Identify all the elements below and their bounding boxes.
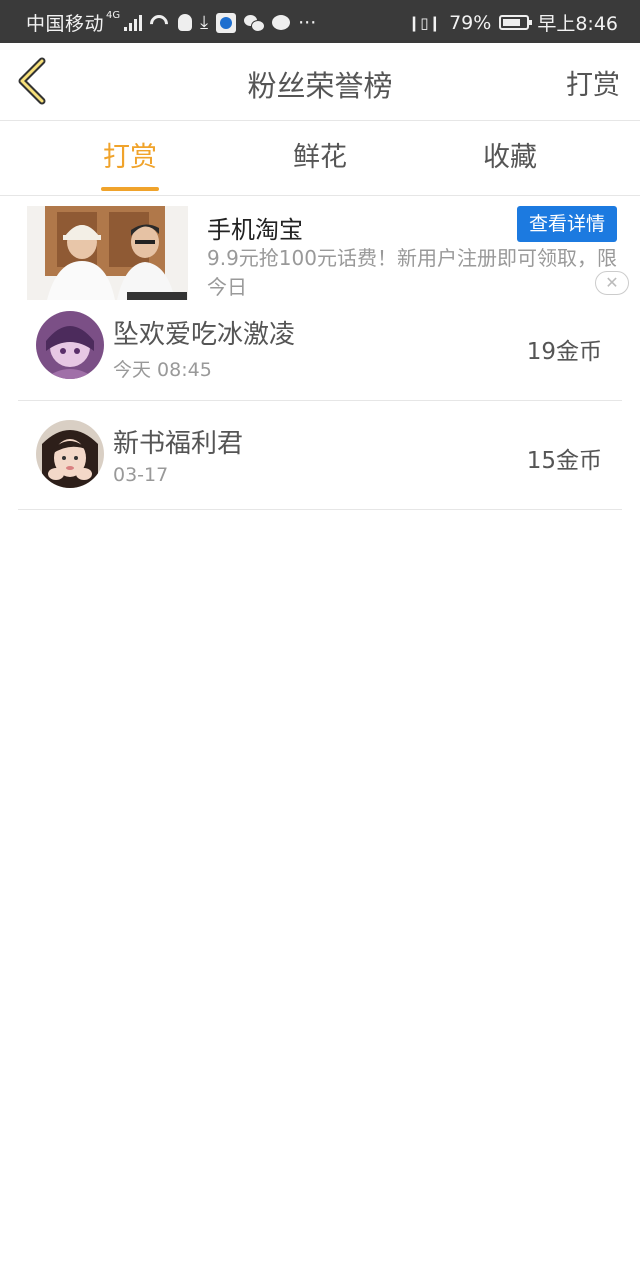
reward-button[interactable]: 打赏 [566, 63, 620, 102]
reward-date: 今天 08:45 [113, 359, 212, 381]
wechat-icon [244, 14, 266, 32]
reward-amount: 15金币 [526, 448, 602, 474]
reward-amount: 19金币 [526, 339, 602, 365]
user-name: 新书福利君 [113, 429, 244, 459]
title-bar: 粉丝荣誉榜 打赏 [0, 43, 640, 121]
battery-percent: 79% [449, 11, 492, 34]
wifi-icon [150, 15, 170, 31]
ad-image[interactable] [27, 206, 188, 300]
avatar [36, 311, 104, 379]
user-name: 坠欢爱吃冰激凌 [113, 320, 296, 350]
reward-date: 03-17 [113, 464, 169, 486]
tab-flowers[interactable]: 鲜花 [240, 121, 400, 195]
clock: 早上8:46 [537, 13, 618, 35]
message-icon [272, 15, 291, 30]
ad-title: 手机淘宝 [207, 216, 303, 244]
battery-icon [499, 15, 533, 30]
download-icon: ⤓ [200, 12, 209, 33]
reward-list: 坠欢爱吃冰激凌 今天 08:45 19金币 新书福利君 03-17 15金币 [0, 292, 640, 510]
status-bar: 中国移动 4G ⤓ ··· ❙▯❙ 79% 早上8:46 [0, 0, 640, 43]
qq-icon [178, 14, 193, 31]
carrier-label: 中国移动 [26, 13, 105, 35]
app-notification-icon [216, 12, 237, 33]
signal-icon [124, 14, 143, 31]
ad-details-button[interactable]: 查看详情 [517, 206, 617, 242]
tab-active-indicator [101, 187, 159, 191]
tab-reward[interactable]: 打赏 [50, 121, 210, 195]
page-title: 粉丝荣誉榜 [247, 69, 393, 103]
list-item[interactable]: 新书福利君 03-17 15金币 [18, 401, 622, 510]
vibrate-icon: ❙▯❙ [407, 13, 442, 32]
network-type: 4G [106, 10, 121, 21]
more-notifications-icon: ··· [298, 11, 317, 34]
tab-label: 打赏 [103, 142, 157, 173]
ad-banner[interactable]: 手机淘宝 查看详情 9.9元抢100元话费！新用户注册即可领取，限今日 [0, 196, 640, 301]
avatar [36, 420, 104, 488]
tab-favorites[interactable]: 收藏 [430, 121, 590, 195]
list-item[interactable]: 坠欢爱吃冰激凌 今天 08:45 19金币 [18, 292, 622, 401]
tab-label: 鲜花 [293, 142, 347, 173]
tab-bar: 打赏 鲜花 收藏 [0, 121, 640, 196]
tab-label: 收藏 [483, 142, 537, 173]
